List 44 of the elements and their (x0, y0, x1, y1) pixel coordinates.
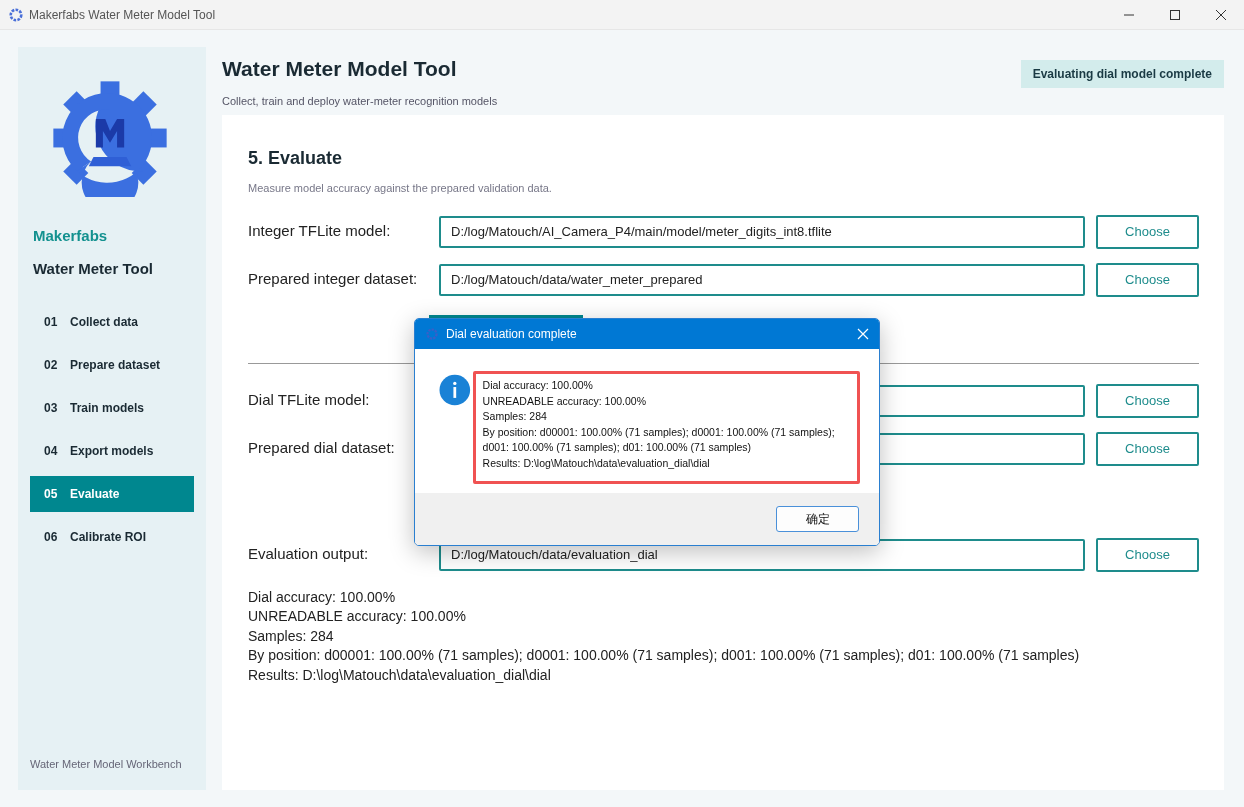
nav-item[interactable]: 04 Export models (30, 433, 194, 469)
field-label: Integer TFLite model: (248, 221, 392, 242)
ok-button[interactable]: 确定 (776, 506, 859, 532)
status-badge: Evaluating dial model complete (1020, 60, 1224, 88)
window-title: Makerfabs Water Meter Model Tool (29, 6, 216, 24)
message-line: Samples: 284 (482, 409, 548, 424)
choose-button[interactable]: Choose (1096, 537, 1199, 572)
result-line: By position: d00001: 100.00% (71 samples); d0001: 100.00% (71 samples); d001: 100.00% (71 samples); d01: 100.00% (71 samples) (248, 646, 1081, 665)
field-label: Prepared dial dataset: (248, 438, 396, 459)
brand-name: Makerfabs (33, 226, 109, 246)
product-name: Water Meter Tool (33, 258, 154, 279)
field-label: Dial TFLite model: (248, 390, 371, 411)
nav-item[interactable]: 03 Train models (30, 390, 194, 426)
nav-item[interactable]: 01 Collect data (30, 304, 194, 340)
section-subtitle: Measure model accuracy against the prepared validation data. (248, 181, 553, 196)
nav-item[interactable]: 05 Evaluate (30, 476, 194, 512)
field-label: Evaluation output: (248, 544, 370, 565)
message-line: By position: d00001: 100.00% (71 samples); d0001: 100.00% (71 samples); d001: 100.00% (71 samples); d01: 100.00% (71 samples) (482, 424, 836, 455)
path-field[interactable]: D:/log/Matouch/AI_Camera_P4/main/model/meter_digits_int8.tflite (439, 215, 1085, 248)
message-line: Dial accuracy: 100.00% (482, 378, 594, 393)
app-icon (9, 7, 23, 22)
result-line: Results: D:\log\Matouch\data\evaluation_dial\dial (248, 665, 552, 685)
field-label: Prepared integer dataset: (248, 269, 419, 290)
page-title: Water Meter Model Tool (222, 56, 458, 82)
result-line: Dial accuracy: 100.00% (248, 587, 397, 607)
section-title: 5. Evaluate (248, 147, 344, 170)
close-icon[interactable] (857, 328, 869, 340)
message-line: UNREADABLE accuracy: 100.00% (482, 393, 647, 409)
choose-button[interactable]: Choose (1096, 431, 1199, 466)
choose-button[interactable]: Choose (1096, 383, 1199, 418)
result-line: UNREADABLE accuracy: 100.00% (248, 607, 467, 626)
gear-logo-icon (51, 79, 169, 197)
app-icon (426, 328, 438, 340)
path-field[interactable]: D:/log/Matouch/data/water_meter_prepared (439, 263, 1085, 296)
sidebar-footer: Water Meter Model Workbench (30, 755, 194, 772)
message-line: Results: D:\log\Matouch\data\evaluation_dial\dial (482, 455, 711, 471)
choose-button[interactable]: Choose (1096, 262, 1199, 297)
nav-item[interactable]: 02 Prepare dataset (30, 347, 194, 383)
result-line: Samples: 284 (248, 626, 335, 646)
nav-item[interactable]: 06 Calibrate ROI (30, 519, 194, 555)
dialog-title: Dial evaluation complete (446, 326, 577, 343)
page-subtitle: Collect, train and deploy water-meter recognition models (222, 93, 498, 109)
choose-button[interactable]: Choose (1096, 214, 1199, 249)
info-icon (439, 374, 471, 406)
